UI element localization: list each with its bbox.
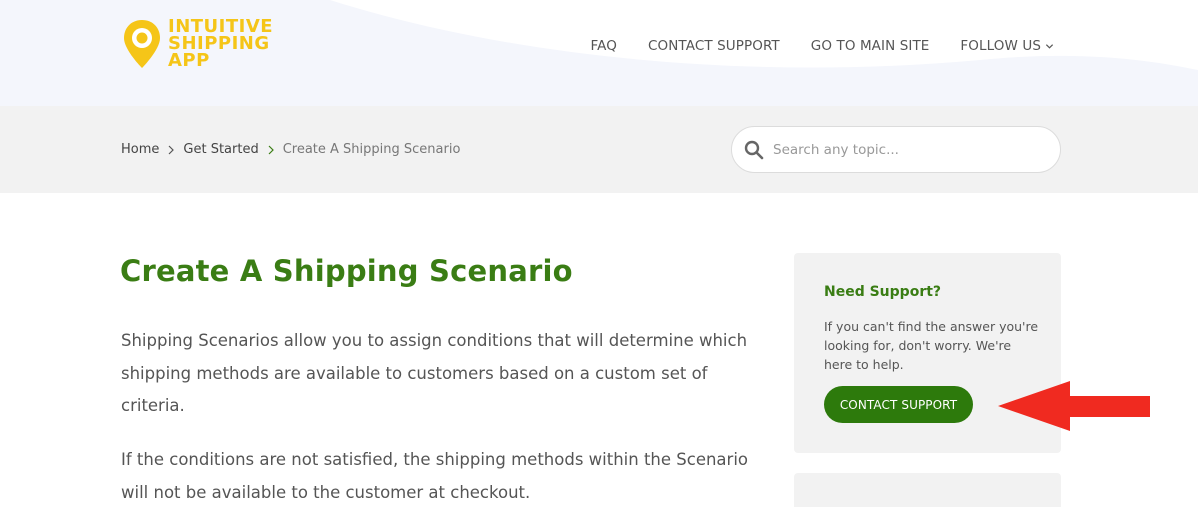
article-paragraph-2: If the conditions are not satisfied, the… <box>121 450 749 502</box>
breadcrumb-bar: Home Get Started Create A Shipping Scena… <box>0 106 1198 193</box>
support-text: If you can't find the answer you're look… <box>824 319 1039 372</box>
nav-follow-us[interactable]: FOLLOW US <box>960 38 1054 54</box>
search-icon <box>744 140 764 159</box>
breadcrumb-home[interactable]: Home <box>121 142 159 157</box>
nav-follow-us-label: FOLLOW US <box>960 38 1041 54</box>
nav-faq[interactable]: FAQ <box>591 38 617 54</box>
search-input[interactable] <box>773 141 1033 158</box>
breadcrumb-current: Create A Shipping Scenario <box>282 142 461 157</box>
breadcrumb: Home Get Started Create A Shipping Scena… <box>121 142 460 157</box>
main-nav: FAQ CONTACT SUPPORT GO TO MAIN SITE FOLL… <box>560 38 1054 54</box>
chevron-right-icon <box>168 145 175 154</box>
location-pin-icon <box>122 18 162 70</box>
site-logo[interactable]: INTUITIVE SHIPPING APP <box>122 18 273 70</box>
search-box[interactable] <box>731 126 1061 173</box>
chevron-down-icon <box>1045 43 1054 49</box>
logo-text: INTUITIVE SHIPPING APP <box>168 18 273 71</box>
article-paragraph-1: Shipping Scenarios allow you to assign c… <box>121 331 748 415</box>
contact-support-button[interactable]: CONTACT SUPPORT <box>824 386 973 423</box>
support-title: Need Support? <box>824 284 942 300</box>
site-header: INTUITIVE SHIPPING APP FAQ CONTACT SUPPO… <box>0 0 1198 106</box>
breadcrumb-get-started[interactable]: Get Started <box>183 142 258 157</box>
logo-line-3: APP <box>168 50 210 71</box>
sidebar-widget-2 <box>794 473 1061 507</box>
nav-contact-support[interactable]: CONTACT SUPPORT <box>648 38 780 54</box>
red-arrow-annotation <box>998 381 1150 431</box>
nav-main-site[interactable]: GO TO MAIN SITE <box>811 38 930 54</box>
chevron-right-icon <box>268 145 274 154</box>
page-title: Create A Shipping Scenario <box>120 254 573 288</box>
